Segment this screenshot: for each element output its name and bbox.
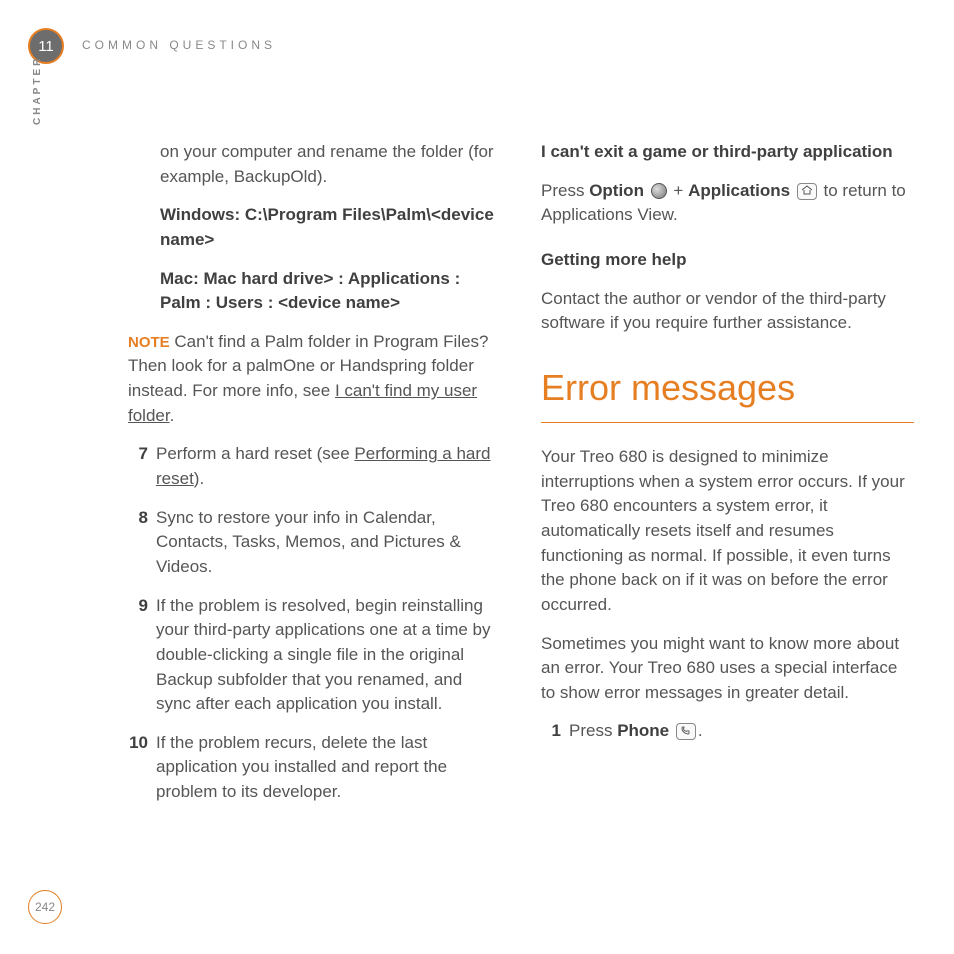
- cant-exit-heading: I can't exit a game or third-party appli…: [541, 140, 914, 165]
- chapter-number: 11: [38, 38, 54, 55]
- step-text: Press Phone .: [569, 719, 914, 744]
- more-help-text: Contact the author or vendor of the thir…: [541, 287, 914, 336]
- left-column: on your computer and rename the folder (…: [128, 140, 501, 819]
- option-key-icon: [651, 183, 667, 199]
- note-text-b: .: [170, 406, 175, 425]
- error-step-1: 1 Press Phone .: [541, 719, 914, 744]
- error-p2: Sometimes you might want to know more ab…: [541, 632, 914, 706]
- more-help-heading: Getting more help: [541, 248, 914, 273]
- step-text: If the problem recurs, delete the last a…: [156, 731, 501, 805]
- step-number: 7: [128, 442, 156, 491]
- step-number: 8: [128, 506, 156, 580]
- step-text: If the problem is resolved, begin reinst…: [156, 594, 501, 717]
- chapter-label-vertical: CHAPTER: [32, 56, 43, 125]
- phone-key-label: Phone: [617, 721, 669, 740]
- windows-path: Windows: C:\Program Files\Palm\<device n…: [160, 203, 501, 252]
- applications-key-label: Applications: [688, 181, 790, 200]
- note-paragraph: NOTE Can't find a Palm folder in Program…: [128, 330, 501, 429]
- running-header: COMMON QUESTIONS: [82, 38, 276, 52]
- steps-list: 7 Perform a hard reset (see Performing a…: [128, 442, 501, 804]
- intro-paragraph: on your computer and rename the folder (…: [160, 140, 501, 189]
- phone-key-icon: [676, 723, 696, 740]
- step-number: 1: [541, 719, 569, 744]
- step-9: 9 If the problem is resolved, begin rein…: [128, 594, 501, 717]
- note-label: NOTE: [128, 334, 170, 351]
- step-7: 7 Perform a hard reset (see Performing a…: [128, 442, 501, 491]
- step-text: Sync to restore your info in Calendar, C…: [156, 506, 501, 580]
- step-8: 8 Sync to restore your info in Calendar,…: [128, 506, 501, 580]
- step-number: 9: [128, 594, 156, 717]
- home-key-icon: [797, 183, 817, 200]
- error-messages-heading: Error messages: [541, 362, 914, 423]
- error-p1: Your Treo 680 is designed to minimize in…: [541, 445, 914, 617]
- error-steps: 1 Press Phone .: [541, 719, 914, 744]
- right-column: I can't exit a game or third-party appli…: [541, 140, 914, 819]
- step-10: 10 If the problem recurs, delete the las…: [128, 731, 501, 805]
- step-number: 10: [128, 731, 156, 805]
- option-key-label: Option: [589, 181, 644, 200]
- mac-path: Mac: Mac hard drive> : Applications : Pa…: [160, 267, 501, 316]
- step-text: Perform a hard reset (see Performing a h…: [156, 442, 501, 491]
- cant-exit-text: Press Option + Applications to return to…: [541, 179, 914, 228]
- page-number-badge: 242: [28, 890, 62, 924]
- page-number: 242: [35, 900, 55, 914]
